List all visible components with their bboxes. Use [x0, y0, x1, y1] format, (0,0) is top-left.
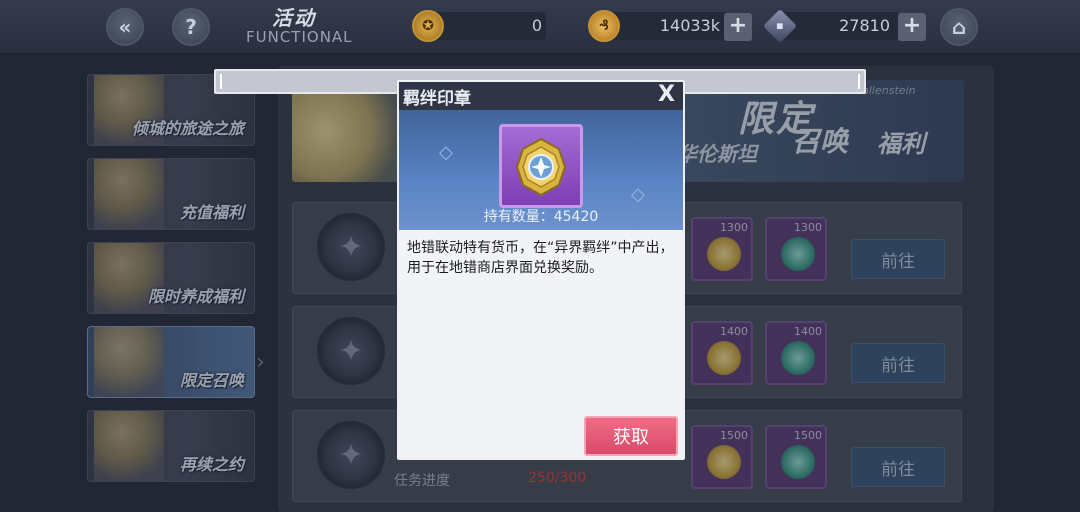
chevrons-left-icon: « [118, 15, 132, 39]
add-crystal-button[interactable]: + [898, 13, 926, 41]
item-detail-dialog: 羁绊印章 X ◇ ◇ 持有数量：45420 地错联动特有货币，在“异界羁绊”中产… [397, 80, 685, 460]
help-button[interactable]: ? [172, 8, 210, 46]
text-caret [858, 74, 860, 89]
close-button[interactable]: X [658, 82, 675, 107]
item-description: 地错联动特有货币，在“异界羁绊”中产出，用于在地错商店界面兑换奖励。 [407, 240, 674, 276]
question-icon: ? [185, 15, 197, 39]
resource-ticket-value: 14033k [659, 16, 720, 35]
dialog-header: 羁绊印章 X [399, 82, 683, 110]
page-subtitle: FUNCTIONAL [246, 28, 353, 46]
home-button[interactable]: ⌂ [940, 8, 978, 46]
top-bar: « ? 活动 FUNCTIONAL ✪ 0 ₰ 14033k + ◆ 27810… [0, 0, 1080, 54]
sparkle-icon: ◇ [439, 142, 453, 163]
resource-gold-value: 0 [531, 16, 542, 35]
bond-seal-medal-icon [515, 137, 567, 197]
resource-crystal-value: 27810 [839, 16, 890, 35]
add-ticket-button[interactable]: + [724, 13, 752, 41]
sparkle-icon: ◇ [631, 184, 645, 205]
ticket-coin-icon: ₰ [588, 10, 620, 42]
dialog-title: 羁绊印章 [403, 89, 471, 109]
page-title: 活动 [272, 6, 316, 30]
owned-count: 持有数量：45420 [483, 209, 599, 225]
text-caret [220, 74, 222, 89]
back-button[interactable]: « [106, 8, 144, 46]
obtain-button[interactable]: 获取 [584, 416, 678, 456]
item-frame [499, 124, 583, 208]
home-icon: ⌂ [951, 15, 967, 39]
gold-coin-icon: ✪ [412, 10, 444, 42]
item-art-area: ◇ ◇ 持有数量：45420 [399, 110, 683, 230]
